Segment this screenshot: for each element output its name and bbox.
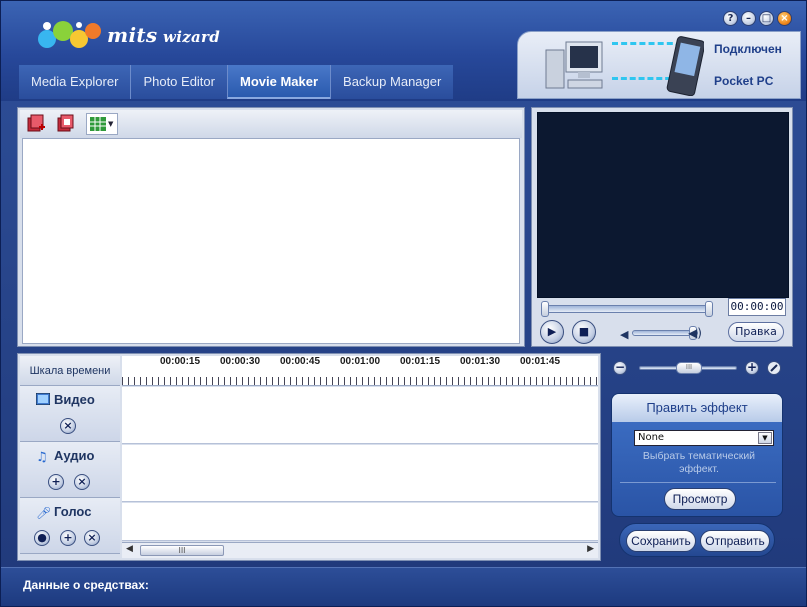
voice-record-button[interactable]: ●	[34, 530, 50, 546]
voice-remove-button[interactable]: ×	[84, 530, 100, 546]
minimize-button[interactable]: –	[741, 11, 756, 26]
media-toolbar: ▼	[20, 110, 522, 138]
effects-title: Править эффект	[612, 394, 782, 422]
timeline-ruler[interactable]: 00:00:15 00:00:30 00:00:45 00:01:00 00:0…	[122, 356, 598, 386]
divider	[620, 482, 776, 483]
chevron-down-icon[interactable]: ▼	[758, 432, 772, 444]
header: mits wizard ? – □ × Media Explorer Photo…	[1, 1, 806, 101]
zoom-handle[interactable]: III	[676, 362, 702, 374]
zoom-out-button[interactable]: −	[613, 361, 627, 375]
tick-label: 00:01:00	[340, 356, 381, 367]
track-name-video: Видео	[54, 392, 95, 407]
volume-high-icon: ◀)	[688, 326, 702, 340]
save-button[interactable]: Сохранить	[626, 530, 696, 552]
chevron-down-icon: ▼	[108, 120, 114, 128]
action-bar: Сохранить Отправить	[619, 523, 775, 557]
connection-panel: Подключен Pocket PC	[517, 31, 801, 99]
voice-track[interactable]	[122, 503, 598, 541]
desktop-pc-icon	[545, 41, 603, 89]
app-window: mits wizard ? – □ × Media Explorer Photo…	[0, 0, 807, 607]
media-panel: ▼	[17, 107, 525, 347]
remove-media-icon[interactable]	[56, 114, 76, 134]
device-name: Pocket PC	[714, 74, 774, 88]
voice-add-button[interactable]: +	[60, 530, 76, 546]
play-button[interactable]: ▶	[540, 320, 564, 344]
mits-logo-icon	[38, 21, 101, 48]
logo-text: mits wizard	[107, 23, 220, 47]
track-name-voice: Голос	[54, 504, 92, 519]
tick-label: 00:01:15	[400, 356, 441, 367]
tick-label: 00:00:30	[220, 356, 261, 367]
track-label-audio: ♫ Аудио + ×	[20, 442, 120, 498]
connection-status: Подключен	[714, 42, 782, 56]
grid-view-icon	[90, 117, 106, 131]
effect-hint: Выбрать тематический эффект.	[642, 450, 756, 475]
track-label-video: Видео ×	[20, 386, 120, 442]
scroll-left-icon[interactable]: ◀	[126, 544, 133, 554]
effects-panel: Править эффект None ▼ Выбрать тематическ…	[611, 393, 783, 517]
tab-photo-editor[interactable]: Photo Editor	[130, 65, 227, 99]
tick-label: 00:01:30	[460, 356, 501, 367]
audio-add-button[interactable]: +	[48, 474, 64, 490]
zoom-slider[interactable]: III	[639, 362, 737, 374]
video-track-icon	[36, 393, 50, 405]
close-button[interactable]: ×	[777, 11, 792, 26]
effect-select[interactable]: None ▼	[634, 430, 774, 446]
timeline-label: Шкала времени	[20, 356, 120, 386]
timeline-zoom: − III +	[605, 357, 791, 379]
tick-label: 00:00:45	[280, 356, 321, 367]
preview-effect-button[interactable]: Просмотр	[664, 488, 736, 510]
add-media-icon[interactable]	[26, 114, 46, 134]
preview-panel: 00:00:00 ▶ ■ ◀ ◀) Правка	[531, 107, 793, 347]
track-labels: Шкала времени Видео × ♫ Аудио + × 🎤︎ Голос…	[20, 356, 120, 556]
tick-label: 00:00:15	[160, 356, 201, 367]
track-name-audio: Аудио	[54, 448, 95, 463]
timecode-display: 00:00:00	[728, 298, 786, 316]
tab-media-explorer[interactable]: Media Explorer	[19, 65, 131, 99]
view-mode-dropdown[interactable]: ▼	[86, 113, 118, 135]
audio-note-icon: ♫	[36, 450, 48, 465]
video-remove-button[interactable]: ×	[60, 418, 76, 434]
track-label-voice: 🎤︎ Голос ● + ×	[20, 498, 120, 554]
stop-button[interactable]: ■	[572, 320, 596, 344]
audio-remove-button[interactable]: ×	[74, 474, 90, 490]
pocket-pc-icon	[666, 36, 704, 96]
video-preview	[537, 112, 789, 298]
edit-button[interactable]: Правка	[728, 322, 784, 342]
ruler-ticks	[122, 377, 598, 385]
media-list[interactable]	[22, 138, 520, 344]
logo-text-mits: mits	[107, 23, 158, 47]
audio-track[interactable]	[122, 445, 598, 502]
pencil-icon[interactable]	[767, 361, 781, 375]
tick-label: 00:01:45	[520, 356, 561, 367]
timeline-scrollbar[interactable]: ◀ III ▶	[122, 542, 598, 558]
tab-backup-manager[interactable]: Backup Manager	[330, 65, 454, 99]
seek-end-handle[interactable]	[705, 301, 713, 317]
maximize-button[interactable]: □	[759, 11, 774, 26]
timeline-panel: Шкала времени Видео × ♫ Аудио + × 🎤︎ Голос…	[17, 353, 601, 561]
zoom-in-button[interactable]: +	[745, 361, 759, 375]
help-button[interactable]: ?	[723, 11, 738, 26]
seek-start-handle[interactable]	[541, 301, 549, 317]
main-tabs: Media Explorer Photo Editor Movie Maker …	[19, 65, 454, 99]
scroll-thumb[interactable]: III	[140, 545, 224, 556]
send-button[interactable]: Отправить	[700, 530, 770, 552]
volume-low-icon: ◀	[620, 328, 629, 341]
video-track[interactable]	[122, 387, 598, 444]
scroll-right-icon[interactable]: ▶	[587, 544, 594, 554]
microphone-icon: 🎤︎	[36, 506, 52, 520]
app-logo: mits wizard	[37, 17, 220, 53]
logo-text-wizard: wizard	[163, 28, 221, 46]
tab-movie-maker[interactable]: Movie Maker	[226, 65, 331, 99]
status-label: Данные о средствах:	[23, 578, 149, 592]
seek-bar[interactable]	[541, 301, 713, 317]
status-bar: Данные о средствах:	[1, 567, 806, 606]
window-controls: ? – □ ×	[723, 11, 792, 26]
effect-select-value: None	[638, 432, 665, 443]
